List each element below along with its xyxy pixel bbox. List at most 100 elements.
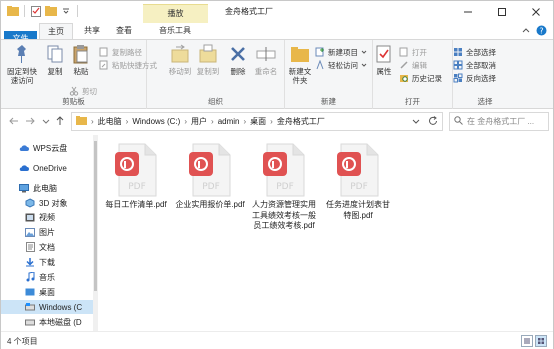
pdf-file-icon: PDF [115,143,157,197]
easy-access-button[interactable]: 轻松访问 [315,59,367,71]
search-box[interactable]: 在 金舟格式工厂 ... [449,112,549,131]
nav-item-pictures[interactable]: 图片 [25,225,55,239]
breadcrumb-desktop[interactable]: 桌面 [250,116,266,127]
paste-shortcut-icon [99,60,109,70]
nav-item-this-pc[interactable]: 此电脑 [19,181,57,195]
nav-item-d-drive[interactable]: 本地磁盘 (D [25,315,82,329]
group-label-select: 选择 [477,97,493,106]
nav-item-3d-objects[interactable]: 3D 对象 [25,196,67,210]
navpane-scrollbar[interactable] [93,135,98,331]
breadcrumb-users[interactable]: 用户 [191,116,207,127]
open-label: 打开 [412,47,427,57]
nav-item-desktop[interactable]: 桌面 [25,285,55,299]
new-folder-button[interactable]: 新建文件夹 [287,43,313,85]
minimize-button[interactable] [451,1,485,23]
move-to-button[interactable]: 移动到 [165,43,195,76]
navigation-bar: › 此电脑 › Windows (C:) › 用户 › admin › 桌面 ›… [1,109,553,134]
file-item[interactable]: PDF 任务进度计划表甘特图.pdf [323,143,393,221]
edit-button[interactable]: 编辑 [399,59,427,71]
nav-item-wps-cloud[interactable]: WPS云盘 [19,141,67,155]
copy-path-button[interactable]: 复制路径 [99,46,142,58]
address-dropdown-icon[interactable] [412,117,420,127]
arrow-up-icon [56,116,64,125]
properties-button[interactable]: 属性 [373,43,395,76]
rename-button[interactable]: 重命名 [251,43,281,76]
large-icons-view-button[interactable] [535,335,547,347]
close-button[interactable] [519,1,553,23]
cube-icon [25,198,35,208]
svg-text:PDF: PDF [202,182,220,192]
file-item[interactable]: PDF 企业实用报价单.pdf [175,143,245,211]
nav-item-label: Windows (C [39,302,83,312]
new-item-button[interactable]: 新建项目 [315,46,367,58]
new-folder-label: 新建文件夹 [288,67,312,85]
chevron-right-icon: › [270,117,273,126]
address-bar[interactable]: › 此电脑 › Windows (C:) › 用户 › admin › 桌面 ›… [71,112,443,131]
delete-button[interactable]: 删除 [227,43,249,76]
breadcrumb-c-drive[interactable]: Windows (C:) [132,117,180,126]
nav-item-label: 音乐 [39,272,55,282]
copy-button[interactable]: 复制 [43,43,67,76]
file-item[interactable]: PDF 每日工作清单.pdf [101,143,171,211]
qat-dropdown-icon[interactable] [60,5,72,17]
context-tab-play[interactable]: 播放 [143,4,208,23]
nav-item-onedrive[interactable]: OneDrive [19,161,67,175]
collapse-ribbon-icon[interactable] [522,27,530,37]
new-folder-icon[interactable] [45,5,57,17]
nav-item-videos[interactable]: 视频 [25,210,55,224]
select-none-button[interactable]: 全部取消 [453,59,496,71]
nav-item-label: 3D 对象 [39,198,68,208]
group-open: 属性 打开 编辑 历史记录 打开 [373,40,453,109]
tab-music-tools[interactable]: 音乐工具 [145,23,205,39]
open-button[interactable]: 打开 [399,46,427,58]
history-label: 历史记录 [412,73,442,83]
details-view-button[interactable] [521,335,533,347]
pdf-file-icon: PDF [263,143,305,197]
breadcrumb-this-pc[interactable]: 此电脑 [98,116,122,127]
tab-share[interactable]: 共享 [77,23,107,39]
tab-view[interactable]: 查看 [109,23,139,39]
nav-item-label: 此电脑 [33,183,57,193]
copy-path-icon [99,47,109,57]
nav-item-downloads[interactable]: 下载 [25,255,55,269]
back-button[interactable] [7,114,21,128]
recent-locations-button[interactable] [39,114,53,128]
file-name: 人力资源管理实用工具绩效考核一般员工绩效考核.pdf [252,200,316,230]
copy-label: 复制 [47,67,63,76]
arrow-left-icon [9,117,18,125]
explorer-window: 播放 金舟格式工厂 文件 主页 共享 查看 音乐工具 ? [0,0,554,349]
history-button[interactable]: 历史记录 [399,72,442,84]
ribbon-tabs: 文件 主页 共享 查看 音乐工具 ? [1,23,553,47]
breadcrumb-admin[interactable]: admin [218,117,240,126]
select-all-button[interactable]: 全部选择 [453,46,496,58]
new-folder-icon [289,43,311,65]
nav-item-c-drive[interactable]: Windows (C [1,300,93,314]
group-label-organize: 组织 [208,97,223,106]
file-item[interactable]: PDF 人力资源管理实用工具绩效考核一般员工绩效考核.pdf [249,143,319,232]
refresh-icon[interactable] [428,115,438,128]
properties-check-icon[interactable] [30,5,42,17]
edit-label: 编辑 [412,60,427,70]
nav-item-label: 文档 [39,242,55,252]
nav-item-documents[interactable]: 文档 [25,240,55,254]
window-title: 金舟格式工厂 [225,7,273,16]
forward-button[interactable] [23,114,37,128]
window-controls [451,1,553,23]
maximize-button[interactable] [485,1,519,23]
breadcrumb-current-folder[interactable]: 金舟格式工厂 [277,116,325,127]
copy-to-button[interactable]: 复制到 [193,43,223,76]
chevron-down-icon [361,61,367,70]
paste-button[interactable]: 粘贴 [69,43,93,76]
pin-quick-access-button[interactable]: 固定到快速访问 [5,43,39,85]
invert-selection-button[interactable]: 反向选择 [453,72,496,84]
group-label-new: 新建 [321,97,336,106]
copy-to-label: 复制到 [196,67,220,76]
help-icon[interactable]: ? [536,25,547,38]
nav-item-music[interactable]: 音乐 [25,270,55,284]
nav-item-label: 视频 [39,212,55,222]
tab-home[interactable]: 主页 [39,23,73,40]
up-button[interactable] [53,114,67,128]
cloud-icon [19,143,29,153]
scrollbar-thumb[interactable] [94,141,97,291]
select-all-label: 全部选择 [466,47,496,57]
